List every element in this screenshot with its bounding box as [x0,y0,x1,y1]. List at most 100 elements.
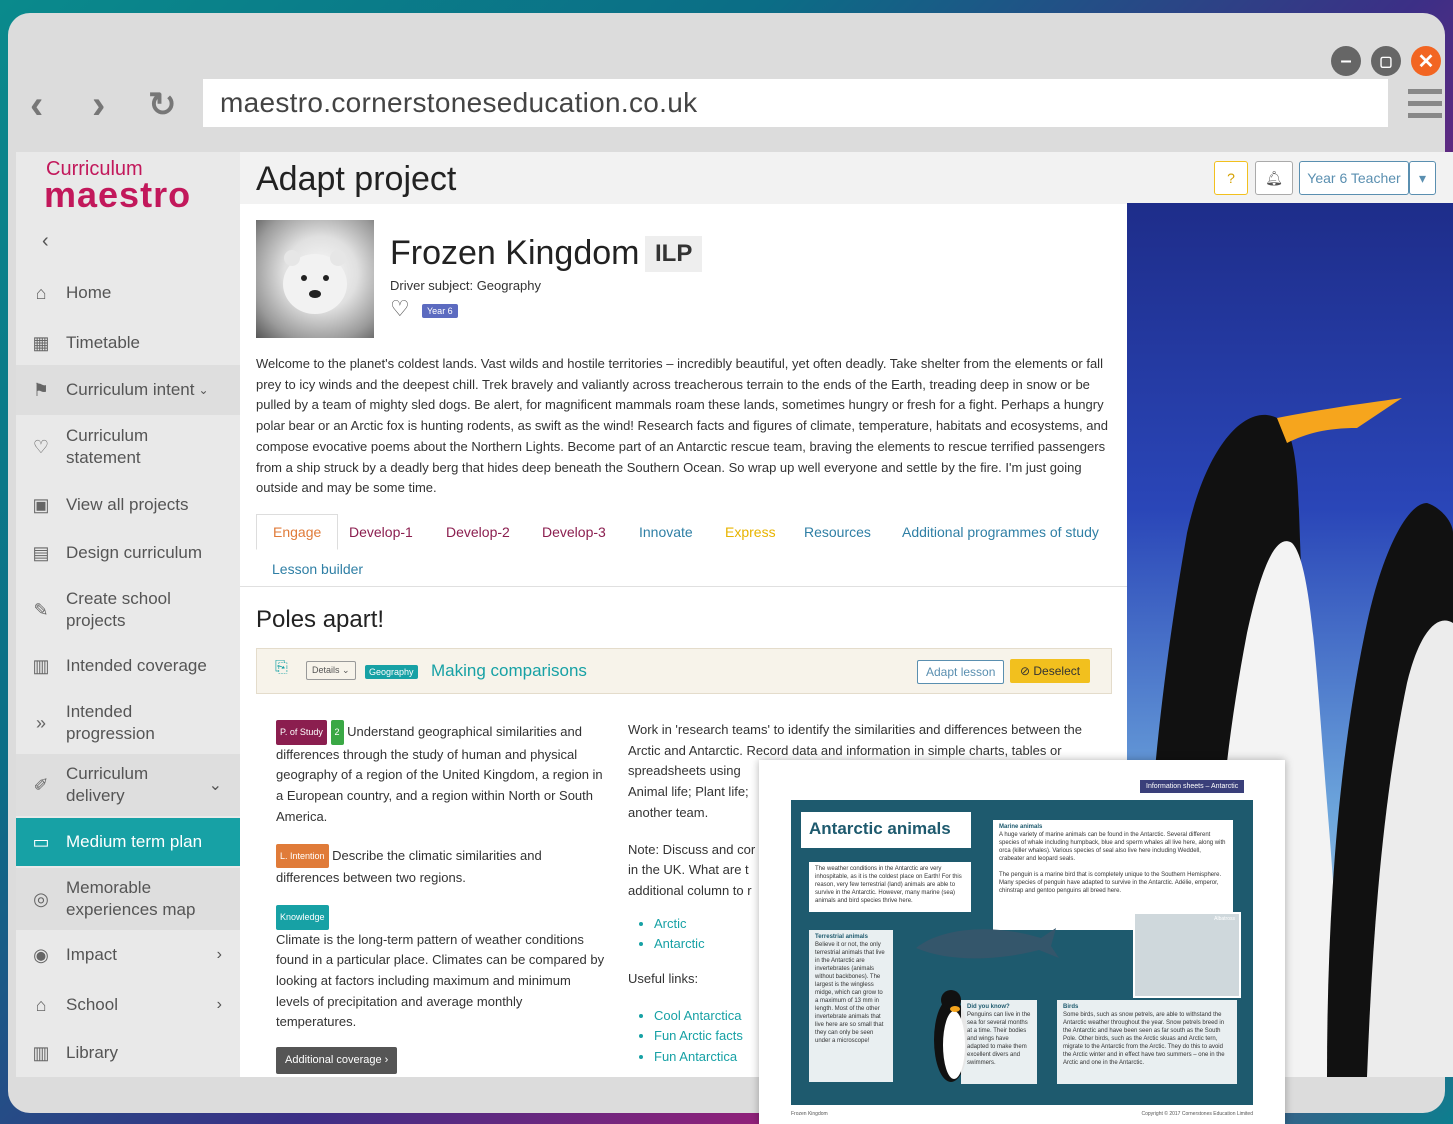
sidebar-item-curriculum-intent[interactable]: ⚑ Curriculum intent ⌄ [16,365,240,415]
info-birds: Birds Some birds, such as snow petrels, … [1057,1000,1237,1084]
lesson-intention: L. Intention Describe the climatic simil… [276,843,606,889]
sidebar-item-curriculum-delivery[interactable]: ✐ Curriculum delivery ⌄ [16,754,240,816]
calendar-icon: ▦ [32,332,50,353]
info-terrestrial: Terrestrial animals Believe it or not, t… [809,930,893,1082]
target-icon: ◉ [33,944,49,965]
adapt-lesson-button[interactable]: Adapt lesson [917,660,1005,684]
project-title: Frozen Kingdom [390,234,640,272]
chevron-right-icon: › [216,946,222,963]
details-dropdown[interactable]: Details ⌄ [306,661,356,680]
sidebar-item-medium-term-plan[interactable]: ▭ Medium term plan [16,818,240,866]
sidebar: Curriculum maestro ‹ ⌂ Home ▦ Timetable ⚑ C… [16,152,240,1077]
images-icon: ▣ [32,494,50,515]
pos-tag: P. of Study [276,720,327,745]
check-circle-icon: ⊘ [1020,664,1034,678]
library-icon: ▥ [32,1042,50,1063]
signpost-icon: ⚑ [32,379,50,400]
folder-icon: ▭ [32,831,50,852]
document-icon: ▤ [32,542,50,563]
page-title: Adapt project [256,160,457,198]
lesson-objectives: P. of Study 2 Understand geographical si… [276,720,606,1074]
knowledge: Knowledge Climate is the long-term patte… [276,904,606,1033]
lesson-title: Making comparisons [431,661,587,680]
polar-bear-icon [283,250,347,314]
deselect-button[interactable]: ⊘ Deselect [1010,659,1091,683]
info-footer-left: Frozen Kingdom [791,1111,828,1117]
clipboard-icon: ▥ [32,655,50,676]
info-did-you-know: Did you know? Penguins can live in the s… [961,1000,1037,1084]
user-menu-chevron-icon[interactable]: ▾ [1409,161,1436,195]
forward-icon[interactable]: › [92,83,105,128]
subject-tag: Geography [365,665,418,679]
sidebar-item-library[interactable]: ▥ Library [16,1038,240,1068]
sidebar-item-curriculum-statement[interactable]: ♡ Curriculum statement [16,422,240,472]
sidebar-item-create-school-projects[interactable]: ✎ Create school projects [16,585,240,635]
sidebar-item-design-curriculum[interactable]: ▤ Design curriculum [16,538,240,568]
chevron-right-icon: › [216,996,222,1013]
reload-icon[interactable]: ↻ [148,85,177,125]
pencil-icon: ✐ [33,774,49,795]
sidebar-item-impact[interactable]: ◉ Impact › [16,940,240,970]
tab-divider [240,586,1127,587]
tab-engage[interactable]: Engage [256,514,339,550]
project-badge: ILP [645,236,703,272]
sidebar-item-memorable-experiences-map[interactable]: ◎ Memorable experiences map [16,868,240,930]
info-sheet-page: Antarctic animals The weather conditions… [791,800,1253,1105]
sidebar-item-timetable[interactable]: ▦ Timetable [16,328,240,358]
info-sheet-popover: Information sheets – Antarctic Antarctic… [759,760,1285,1124]
tab-develop-2[interactable]: Develop-2 [446,524,510,540]
collapse-icon[interactable]: ‹ [42,230,49,253]
school-icon: ⌂ [35,994,47,1015]
favourite-heart-icon[interactable]: ♡ [390,296,410,322]
minimize-icon[interactable]: – [1331,46,1361,76]
sidebar-item-intended-progression[interactable]: » Intended progression [16,698,240,748]
sidebar-item-home[interactable]: ⌂ Home [16,278,240,308]
url-bar[interactable]: maestro.cornerstoneseducation.co.uk [203,79,1388,127]
info-sheet-title: Antarctic animals [801,812,971,848]
knowledge-tag: Knowledge [276,904,329,930]
whale-icon [916,928,1059,959]
tab-express[interactable]: Express [725,524,776,540]
info-intro: The weather conditions in the Antarctic … [809,862,971,912]
maximize-icon[interactable]: ▢ [1371,46,1401,76]
albatross-photo: Albatross [1133,912,1241,998]
chevron-down-icon: ⌄ [198,383,209,397]
pos-number: 2 [330,720,344,745]
info-footer-right: Copyright © 2017 Cornerstones Education … [1141,1111,1253,1117]
sidebar-item-intended-coverage[interactable]: ▥ Intended coverage [16,651,240,681]
tab-additional-programmes[interactable]: Additional programmes of study [902,524,1099,540]
tab-lesson-builder[interactable]: Lesson builder [272,561,363,577]
programme-of-study: P. of Study 2 Understand geographical si… [276,720,606,828]
driver-subject: Driver subject: Geography [390,278,542,293]
sidebar-item-school[interactable]: ⌂ School › [16,990,240,1020]
chevron-down-icon: ⌄ [208,777,222,794]
double-chevron-icon: » [35,712,46,733]
section-title: Poles apart! [256,606,385,633]
header-right: ? 🔔︎ Year 6 Teacher ▾ [1127,152,1453,203]
lesson-header: ⎘ Details ⌄ Geography Making comparisons… [256,648,1112,694]
popover-arrow [737,928,759,968]
bell-icon[interactable]: 🔔︎ [1255,161,1293,195]
info-sheet-header: Information sheets – Antarctic [1140,780,1245,793]
lesson-icon: ⎘ [275,659,288,676]
tab-innovate[interactable]: Innovate [639,524,693,540]
project-description: Welcome to the planet's coldest lands. V… [256,356,1108,496]
tab-resources[interactable]: Resources [804,524,871,540]
home-icon: ⌂ [35,282,47,303]
sidebar-item-view-all-projects[interactable]: ▣ View all projects [16,490,240,520]
logo-main: maestro [44,174,192,215]
tab-develop-3[interactable]: Develop-3 [542,524,606,540]
menu-icon[interactable] [1408,89,1442,125]
tab-develop-1[interactable]: Develop-1 [349,524,413,540]
help-button[interactable]: ? [1214,161,1248,195]
close-icon[interactable]: ✕ [1411,46,1441,76]
additional-coverage-button[interactable]: Additional coverage › [276,1047,398,1074]
header-bar: Adapt project [240,152,1127,204]
year-tag: Year 6 [422,304,458,318]
tab-bar: Engage Develop-1 Develop-2 Develop-3 Inn… [256,514,1116,586]
heart-icon: ♡ [32,436,50,457]
user-menu-button[interactable]: Year 6 Teacher [1299,161,1409,195]
back-icon[interactable]: ‹ [30,83,43,128]
albatross-label: Albatross [1214,916,1235,922]
compass-icon: ◎ [33,888,49,909]
